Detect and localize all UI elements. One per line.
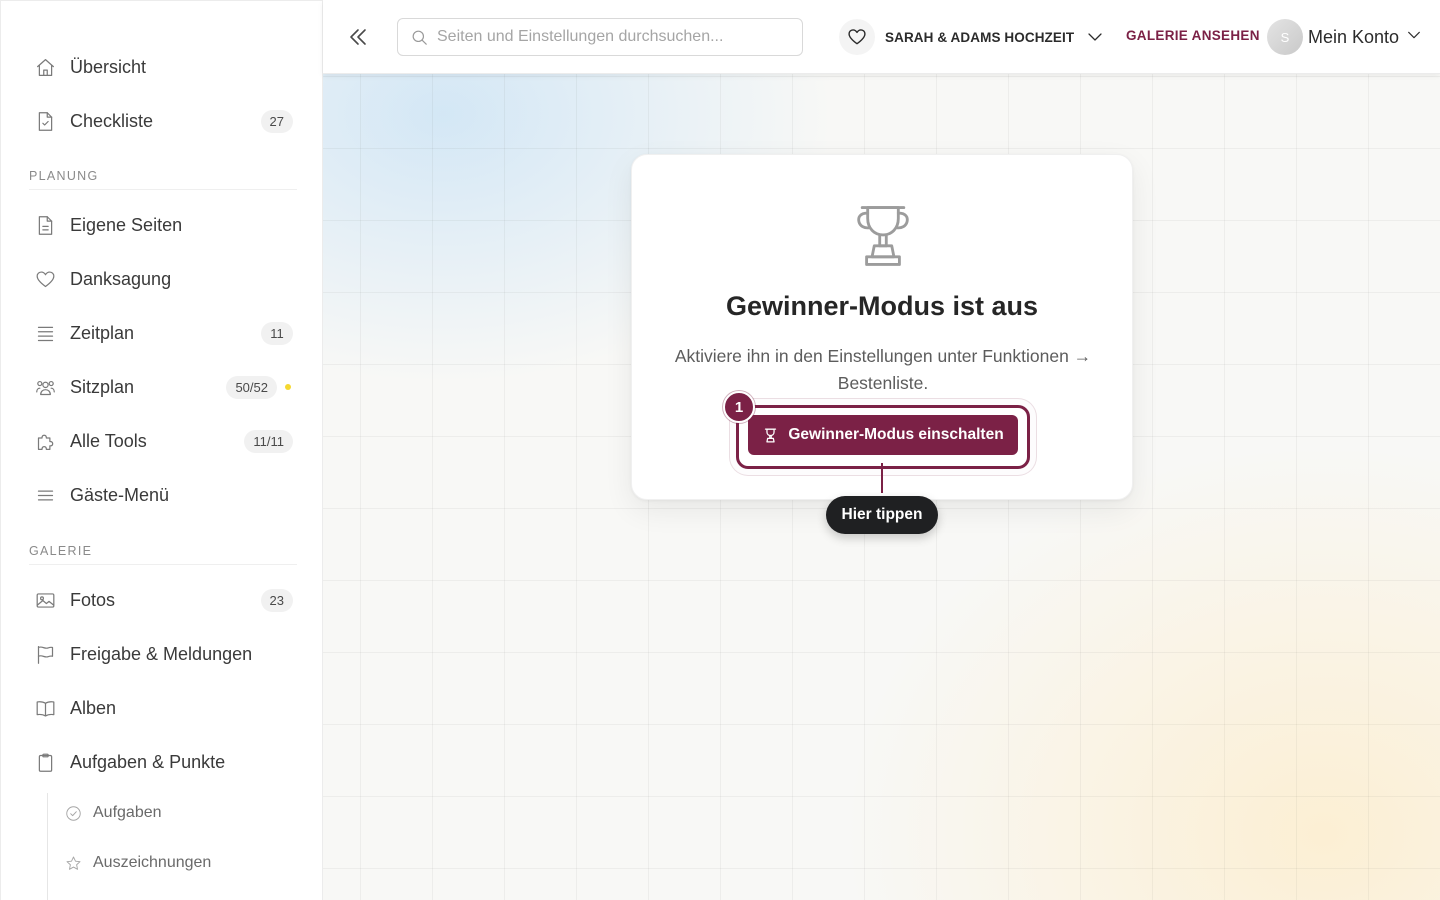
- account-menu[interactable]: S Mein Konto: [1267, 18, 1422, 56]
- section-header-galerie: GALERIE: [29, 544, 297, 565]
- main-content: Gewinner-Modus ist aus Aktiviere ihn in …: [323, 74, 1440, 900]
- search-icon: [412, 30, 427, 45]
- puzzle-icon: [33, 429, 57, 453]
- double-chevron-left-icon: [350, 29, 366, 45]
- sidebar-item-fotos[interactable]: Fotos 23: [29, 580, 293, 620]
- event-name: SARAH & ADAMS HOCHZEIT: [885, 29, 1075, 45]
- button-label: Gewinner-Modus einschalten: [788, 426, 1004, 443]
- people-icon: [33, 375, 57, 399]
- sidebar-item-label: Freigabe & Meldungen: [70, 643, 253, 664]
- status-dot: [285, 384, 291, 390]
- chevron-down-icon: [1086, 28, 1104, 46]
- heart-icon: [33, 267, 57, 291]
- search-input[interactable]: [437, 28, 797, 46]
- card-description: Aktiviere ihn in den Einstellungen unter…: [674, 346, 1092, 393]
- view-gallery-link[interactable]: GALERIE ANSEHEN: [1126, 28, 1260, 43]
- account-label: Mein Konto: [1308, 26, 1400, 47]
- sidebar-item-freigabe-meldungen[interactable]: Freigabe & Meldungen: [29, 634, 293, 674]
- collapse-sidebar-button[interactable]: [343, 22, 373, 52]
- sidebar-subitem-label: Auszeichnungen: [93, 854, 212, 871]
- count-badge: 23: [260, 588, 293, 612]
- menu-icon: [33, 483, 57, 507]
- sidebar-item-aufgaben-punkte[interactable]: Aufgaben & Punkte: [29, 742, 293, 782]
- sidebar-item-eigene-seiten[interactable]: Eigene Seiten: [29, 205, 293, 245]
- sidebar-item-label: Eigene Seiten: [70, 214, 183, 235]
- sidebar-item-label: Alle Tools: [70, 430, 147, 451]
- star-icon: [66, 856, 81, 870]
- sidebar-item-label: Gäste-Menü: [70, 484, 170, 505]
- trophy-icon: [765, 427, 777, 443]
- count-badge: 11: [261, 321, 293, 345]
- step-badge: 1: [723, 391, 755, 423]
- winner-mode-card: Gewinner-Modus ist aus Aktiviere ihn in …: [631, 154, 1133, 500]
- check-circle-icon: [66, 805, 81, 821]
- sidebar-subitem-aufgaben[interactable]: Aufgaben: [65, 797, 162, 829]
- sidebar-item-label: Checkliste: [70, 110, 154, 131]
- sidebar-subitem-label: Aufgaben: [93, 804, 162, 821]
- list-icon: [33, 321, 57, 345]
- checklist-icon: [33, 109, 57, 133]
- event-selector[interactable]: SARAH & ADAMS HOCHZEIT: [839, 18, 1104, 56]
- heart-icon: [839, 19, 875, 55]
- trophy-icon: [848, 201, 918, 271]
- avatar: S: [1267, 19, 1303, 55]
- tooltip-connector: [881, 463, 883, 493]
- submenu-guide-line: [47, 793, 48, 900]
- count-badge: 27: [260, 109, 293, 133]
- count-badge: 11/11: [244, 429, 293, 453]
- section-header-planung: PLANUNG: [29, 169, 297, 190]
- sidebar-subitem-auszeichnungen[interactable]: Auszeichnungen: [65, 847, 211, 879]
- count-badge: 50/52: [226, 375, 277, 399]
- sidebar-item-danksagung[interactable]: Danksagung: [29, 259, 293, 299]
- sidebar: Übersicht Checkliste 27 PLANUNG Eigene S…: [0, 0, 323, 900]
- sidebar-item-alle-tools[interactable]: Alle Tools 11/11: [29, 421, 293, 461]
- sidebar-item-checkliste[interactable]: Checkliste 27: [29, 101, 293, 141]
- flag-icon: [33, 642, 57, 666]
- sidebar-item-label: Aufgaben & Punkte: [70, 751, 226, 772]
- tap-here-tooltip: Hier tippen: [826, 496, 938, 534]
- sidebar-item-label: Alben: [70, 697, 117, 718]
- enable-winner-mode-button[interactable]: Gewinner-Modus einschalten: [748, 415, 1018, 455]
- sidebar-item-label: Danksagung: [70, 268, 172, 289]
- top-bar: SARAH & ADAMS HOCHZEIT GALERIE ANSEHEN S…: [323, 0, 1440, 74]
- sidebar-item-label: Übersicht: [70, 56, 147, 77]
- sidebar-item-sitzplan[interactable]: Sitzplan 50/52: [29, 367, 293, 407]
- sidebar-item-zeitplan[interactable]: Zeitplan 11: [29, 313, 293, 353]
- sidebar-item-label: Sitzplan: [70, 376, 135, 397]
- document-icon: [33, 213, 57, 237]
- book-icon: [33, 696, 57, 720]
- card-title: Gewinner-Modus ist aus: [725, 291, 1039, 321]
- home-icon: [33, 55, 57, 79]
- sidebar-item-alben[interactable]: Alben: [29, 688, 293, 728]
- sidebar-item-uebersicht[interactable]: Übersicht: [29, 47, 293, 87]
- sidebar-item-label: Zeitplan: [70, 322, 135, 343]
- image-icon: [33, 588, 57, 612]
- clipboard-icon: [33, 750, 57, 774]
- sidebar-item-label: Fotos: [70, 589, 116, 610]
- chevron-down-icon: [1406, 27, 1422, 48]
- sidebar-item-gaeste-menue[interactable]: Gäste-Menü: [29, 475, 293, 515]
- search-field[interactable]: [397, 18, 803, 56]
